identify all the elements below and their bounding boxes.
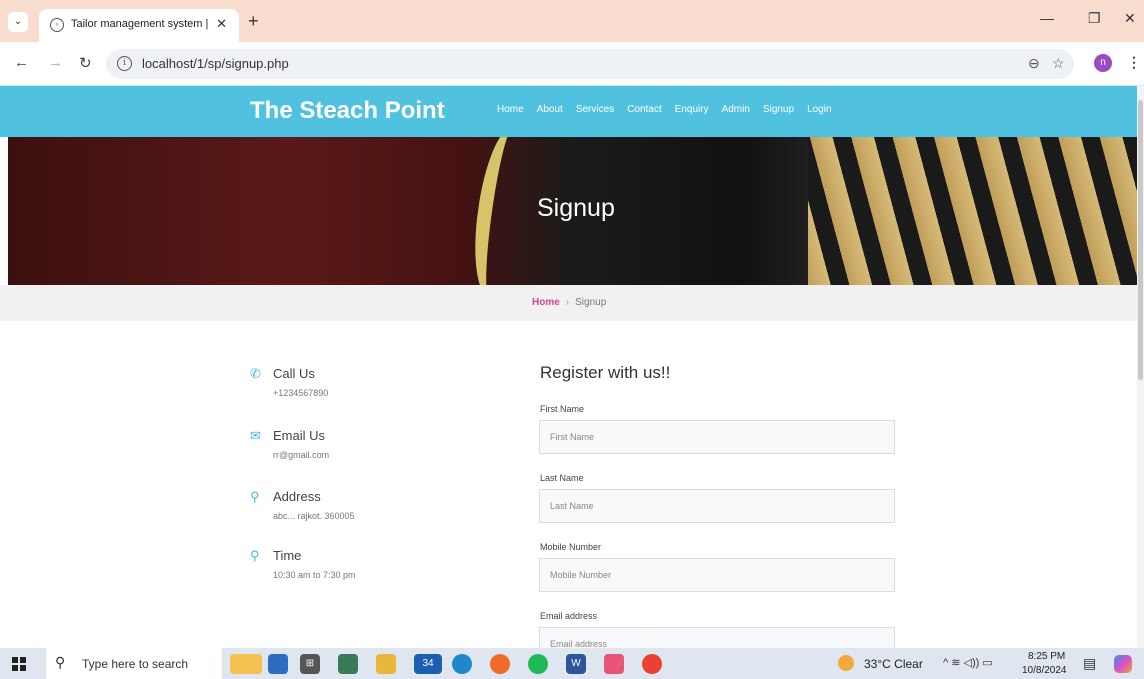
nav-enquiry[interactable]: Enquiry (675, 104, 709, 115)
mail-icon: ✉ (250, 428, 261, 443)
new-tab-button[interactable]: + (248, 12, 259, 30)
email-address-field[interactable] (539, 627, 895, 648)
scrollbar-thumb[interactable] (1138, 100, 1143, 380)
url-text[interactable]: localhost/1/sp/signup.php (142, 56, 289, 71)
contact-title: Call Us (273, 366, 315, 381)
location-pin-icon: ⚲ (250, 489, 260, 504)
bookmark-star-icon[interactable]: ☆ (1052, 55, 1065, 72)
site-header: The Steach Point Home About Services Con… (0, 86, 1137, 137)
notifications-icon[interactable]: ▤ (1083, 655, 1096, 672)
widgets-icon[interactable] (230, 654, 262, 674)
contact-title: Time (273, 548, 302, 563)
location-pin-icon: ⚲ (250, 548, 260, 563)
nav-services[interactable]: Services (576, 104, 614, 115)
last-name-label: Last Name (540, 473, 584, 483)
reload-icon[interactable]: ↻ (79, 54, 92, 72)
breadcrumb-home-link[interactable]: Home (532, 297, 560, 308)
hero-title: Signup (537, 194, 615, 222)
hero-banner: Signup (8, 137, 1137, 285)
store-icon[interactable] (338, 654, 358, 674)
breadcrumb-current: Signup (575, 297, 607, 308)
taskbar-search-placeholder: Type here to search (82, 657, 189, 671)
globe-icon: ◦ (50, 18, 64, 32)
email-address-label: Email address (540, 611, 598, 621)
breadcrumb: Home › Signup (0, 285, 1137, 321)
task-view-icon[interactable]: ⊞ (300, 654, 320, 674)
phone-icon: ✆ (250, 366, 261, 381)
browser-tab-strip: ⌄ ◦ Tailor management system | Sig ✕ + —… (0, 0, 1144, 42)
mail-badge: 34 (422, 658, 434, 669)
contact-title: Email Us (273, 428, 326, 443)
tab-close-icon[interactable]: ✕ (216, 16, 227, 32)
mobile-number-field[interactable] (539, 558, 895, 592)
mail-icon[interactable]: 34 (414, 654, 442, 674)
nav-signup[interactable]: Signup (763, 104, 794, 115)
last-name-field[interactable] (539, 489, 895, 523)
restore-button[interactable]: ❐ (1088, 10, 1101, 27)
firefox-icon[interactable] (490, 654, 510, 674)
profile-avatar[interactable]: n (1094, 54, 1112, 72)
nav-admin[interactable]: Admin (722, 104, 750, 115)
form-title: Register with us!! (540, 363, 671, 382)
minimize-button[interactable]: — (1040, 10, 1054, 26)
site-brand[interactable]: The Steach Point (250, 97, 445, 125)
browser-tab-active[interactable]: ◦ Tailor management system | Sig ✕ (39, 9, 239, 42)
main-nav: Home About Services Contact Enquiry Admi… (497, 104, 832, 115)
tab-search-icon[interactable]: ⌄ (8, 12, 28, 32)
nav-contact[interactable]: Contact (627, 104, 661, 115)
nav-about[interactable]: About (537, 104, 563, 115)
back-arrow-icon[interactable]: ← (14, 54, 29, 71)
copilot-icon[interactable] (1114, 655, 1132, 673)
system-tray-icons[interactable]: ^ ≋ ◁)) ▭ (943, 656, 993, 669)
windows-taskbar: ⚲ Type here to search ⊞ 34 W 33°C Clear … (0, 648, 1144, 679)
tab-title: Tailor management system | Sig (71, 18, 211, 30)
laptop-icon[interactable] (268, 654, 288, 674)
file-explorer-icon[interactable] (376, 654, 396, 674)
nav-login[interactable]: Login (807, 104, 831, 115)
clock-date[interactable]: 10/8/2024 (1022, 665, 1067, 676)
chrome-icon[interactable] (642, 654, 662, 674)
site-info-icon[interactable]: i (117, 56, 132, 71)
taskbar-search-box[interactable]: ⚲ Type here to search (46, 648, 222, 679)
zoom-icon[interactable]: ⊖ (1028, 55, 1040, 72)
weather-text[interactable]: 33°C Clear (864, 657, 923, 671)
clock-time[interactable]: 8:25 PM (1028, 651, 1065, 662)
contact-value: abc... rajkot. 360005 (273, 511, 355, 521)
first-name-label: First Name (540, 404, 585, 414)
edge-browser-icon[interactable] (452, 654, 472, 674)
spotify-icon[interactable] (528, 654, 548, 674)
contact-value: rr@gmail.com (273, 450, 330, 460)
mobile-number-label: Mobile Number (540, 542, 602, 552)
nav-home[interactable]: Home (497, 104, 524, 115)
xampp-icon[interactable] (604, 654, 624, 674)
web-page: The Steach Point Home About Services Con… (0, 86, 1137, 648)
weather-moon-icon[interactable] (838, 655, 854, 671)
contact-value: +1234567890 (273, 388, 329, 398)
address-bar[interactable]: i localhost/1/sp/signup.php ⊖ ☆ (106, 49, 1074, 79)
breadcrumb-separator: › (565, 297, 570, 308)
forward-arrow-icon[interactable]: → (48, 54, 63, 71)
browser-toolbar: ← → ↻ i localhost/1/sp/signup.php ⊖ ☆ n … (0, 42, 1144, 86)
contact-title: Address (273, 489, 321, 504)
fabric-stripes-graphic (808, 137, 1137, 285)
close-window-button[interactable]: ✕ (1124, 10, 1136, 27)
windows-start-icon[interactable] (12, 657, 26, 671)
more-menu-icon[interactable]: ⋮ (1127, 54, 1141, 71)
word-icon[interactable]: W (566, 654, 586, 674)
page-scrollbar[interactable] (1137, 86, 1144, 648)
measuring-tape-graphic (466, 137, 536, 285)
search-icon: ⚲ (55, 654, 66, 670)
contact-value: 10:30 am to 7:30 pm (273, 570, 356, 580)
first-name-field[interactable] (539, 420, 895, 454)
